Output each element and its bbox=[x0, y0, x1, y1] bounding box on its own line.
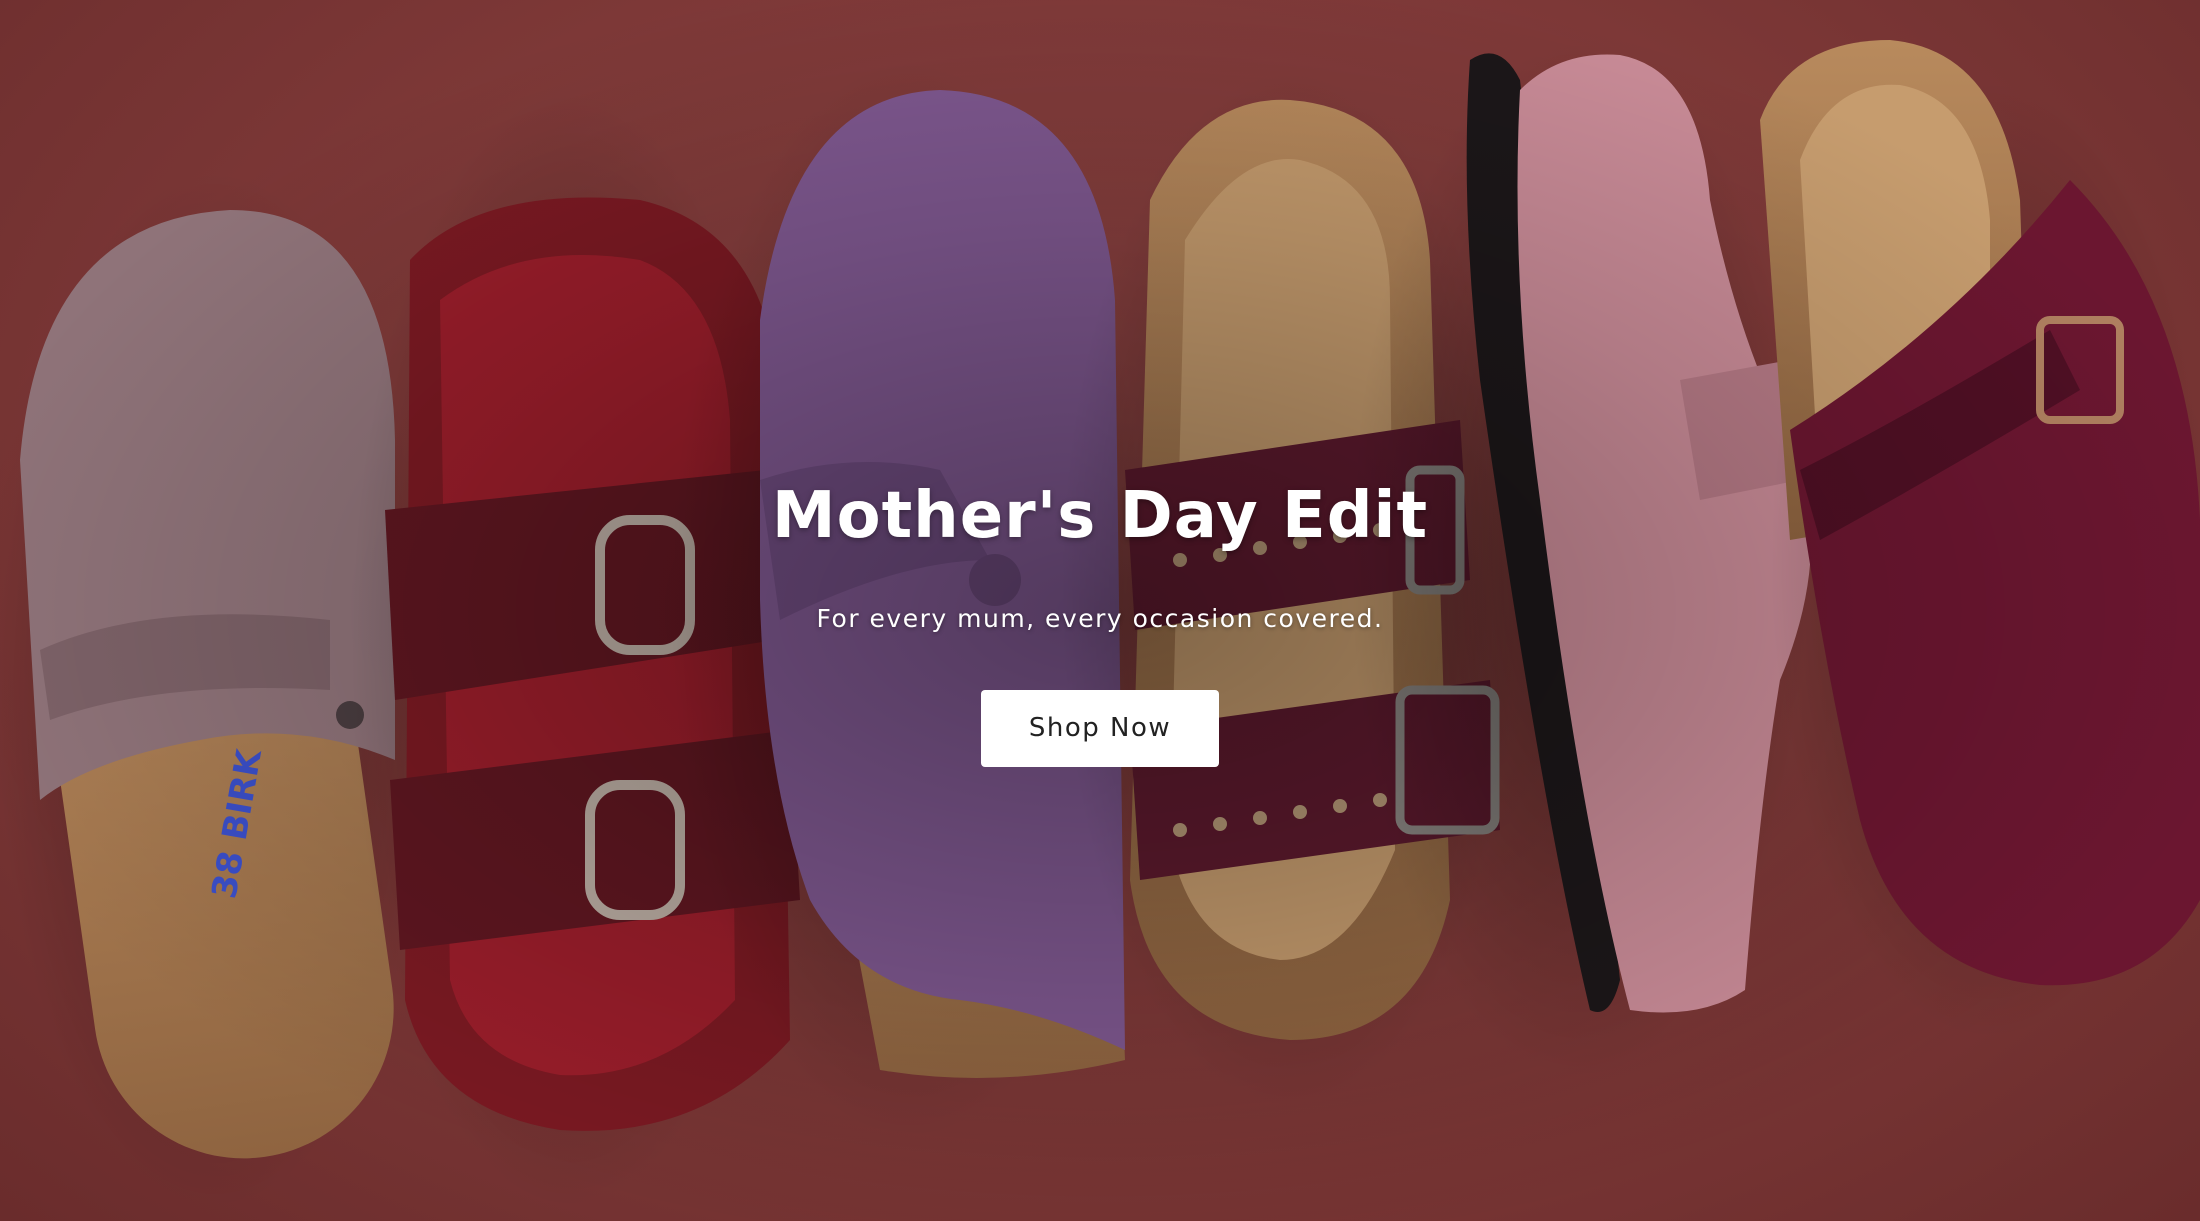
hero-banner: 38 BIRK Mother's Day Edit For every mum,… bbox=[0, 0, 2200, 1221]
hero-subtitle: For every mum, every occasion covered. bbox=[816, 604, 1384, 633]
shop-now-button[interactable]: Shop Now bbox=[981, 690, 1219, 767]
hero-title: Mother's Day Edit bbox=[771, 479, 1429, 553]
hero-content: Mother's Day Edit For every mum, every o… bbox=[0, 468, 2200, 767]
